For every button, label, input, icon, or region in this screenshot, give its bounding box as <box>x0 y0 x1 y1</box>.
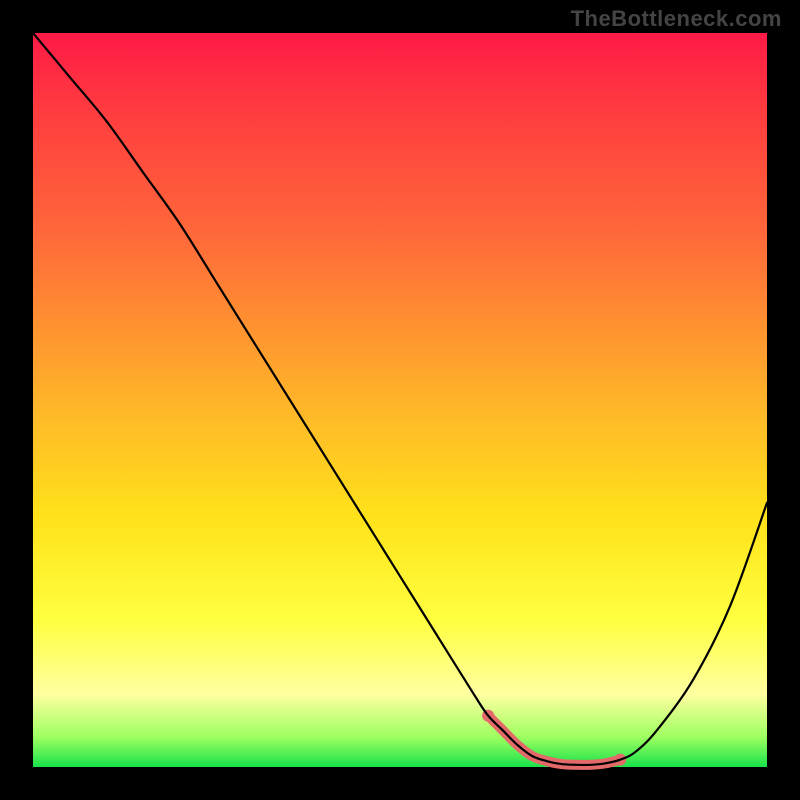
chart-frame: TheBottleneck.com <box>0 0 800 800</box>
bottleneck-curve <box>33 33 767 765</box>
watermark-text: TheBottleneck.com <box>571 6 782 32</box>
curve-svg <box>33 33 767 767</box>
trough-highlight <box>488 716 620 765</box>
plot-area <box>33 33 767 767</box>
